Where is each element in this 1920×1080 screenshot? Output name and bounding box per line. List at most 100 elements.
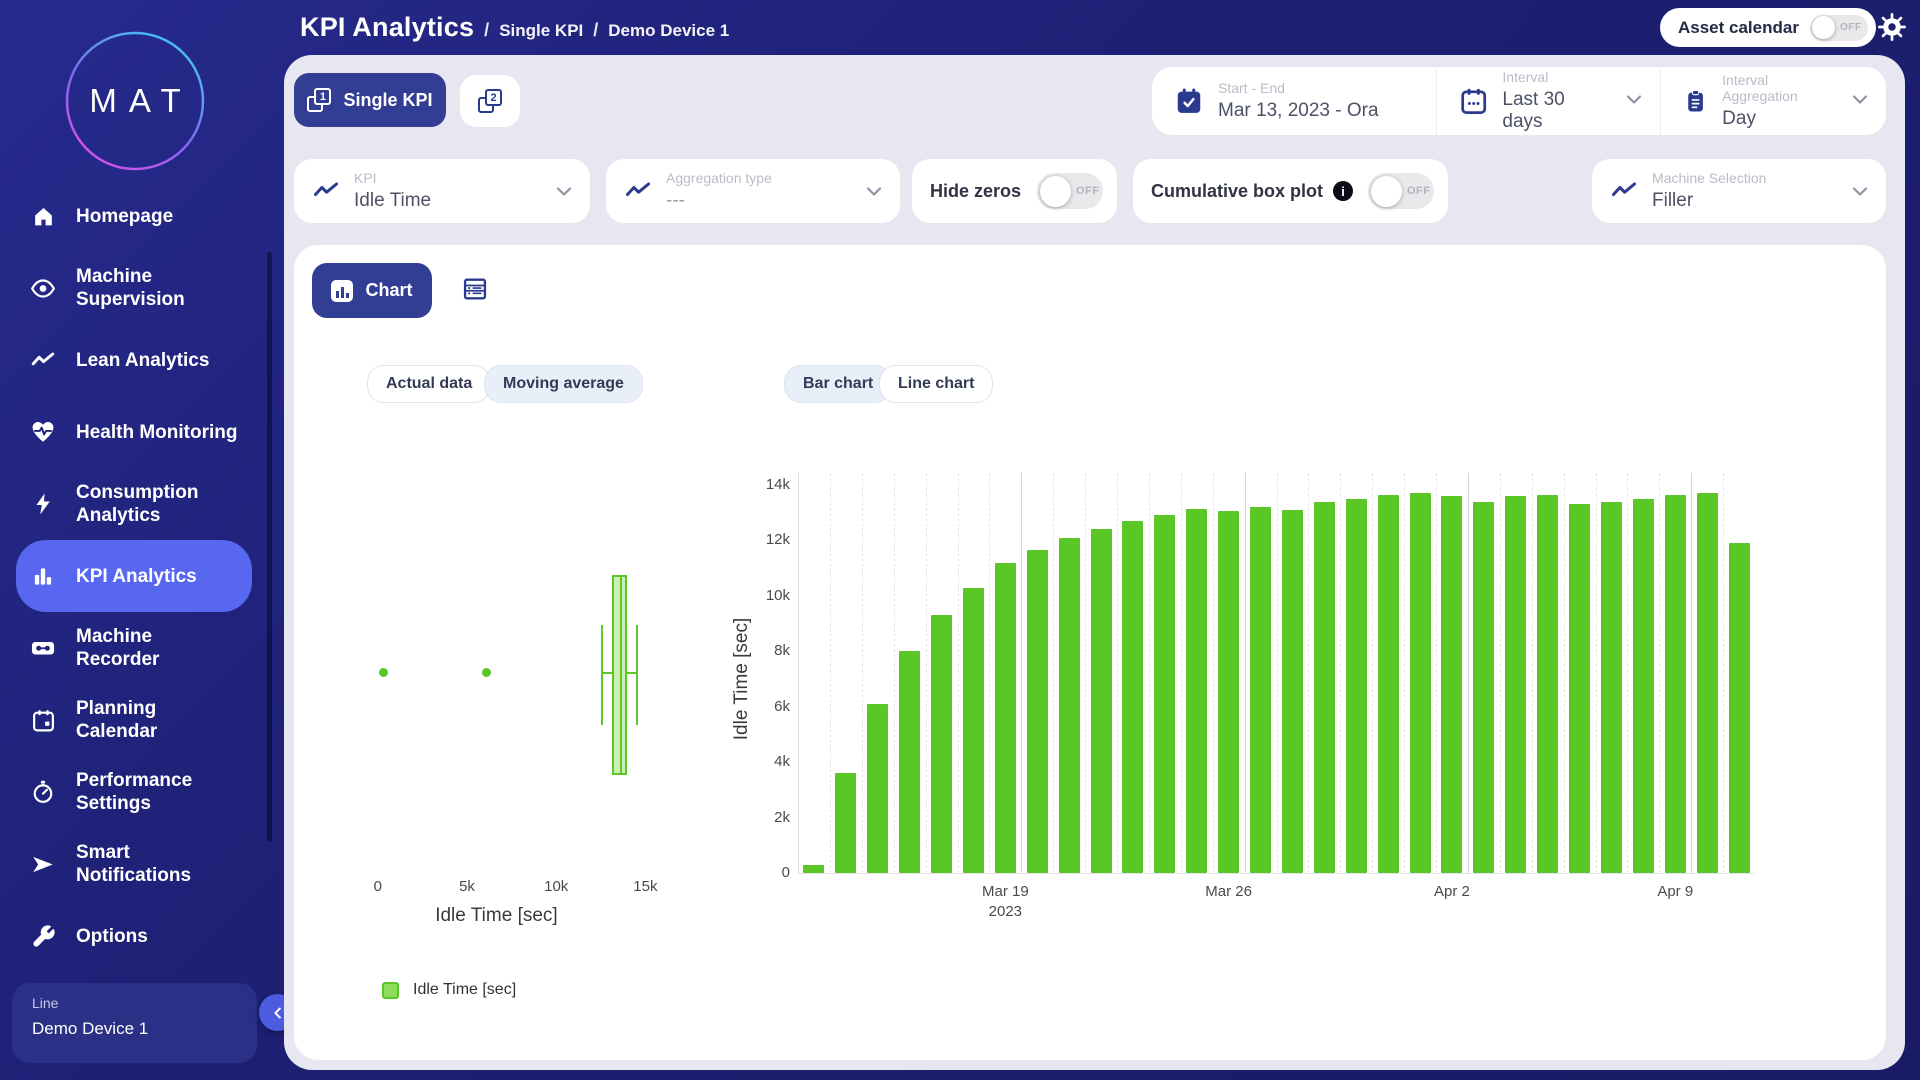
breadcrumb-single-kpi[interactable]: Single KPI: [499, 21, 583, 41]
bar-mar-27[interactable]: [1250, 507, 1271, 873]
bar-mar-25[interactable]: [1186, 509, 1207, 873]
chip-line-chart[interactable]: Line chart: [879, 365, 993, 403]
sidebar-item-label: Machine Supervision: [76, 265, 238, 311]
boxplot-outlier-dot[interactable]: [379, 668, 388, 677]
cumulative-box-plot-switch[interactable]: OFF: [1368, 173, 1434, 209]
bar-mar-20[interactable]: [1027, 550, 1048, 873]
sidebar-item-machine-supervision[interactable]: Machine Supervision: [16, 252, 252, 324]
sidebar-item-label: Planning Calendar: [76, 697, 238, 743]
bar-apr-9[interactable]: [1665, 495, 1686, 873]
sidebar-item-homepage[interactable]: Homepage: [16, 180, 252, 252]
sidebar-item-lean-analytics[interactable]: Lean Analytics: [16, 324, 252, 396]
bar-mar-15[interactable]: [867, 704, 888, 873]
bar-y-tick: 0: [752, 864, 790, 881]
bar-mar-31[interactable]: [1378, 495, 1399, 873]
interval-field[interactable]: Interval Last 30 days: [1436, 67, 1660, 135]
sidebar-item-label: Machine Recorder: [76, 625, 238, 671]
boxplot-x-tick: 15k: [633, 878, 657, 895]
sidebar-item-performance-settings[interactable]: Performance Settings: [16, 756, 252, 828]
boxplot-x-axis-label: Idle Time [sec]: [435, 905, 558, 927]
page-title: KPI Analytics: [300, 12, 474, 43]
bar-mar-13[interactable]: [803, 865, 824, 873]
sidebar-item-planning-calendar[interactable]: Planning Calendar: [16, 684, 252, 756]
bar-apr-3[interactable]: [1473, 502, 1494, 873]
gridline: [1181, 473, 1182, 873]
bar-apr-4[interactable]: [1505, 496, 1526, 873]
gridline: [830, 473, 831, 873]
chip-actual-data[interactable]: Actual data: [367, 365, 491, 403]
sidebar-item-smart-notifications[interactable]: Smart Notifications: [16, 828, 252, 900]
chart-view-button[interactable]: Chart: [312, 263, 432, 318]
asset-calendar-toggle-pill[interactable]: Asset calendar OFF: [1660, 8, 1876, 47]
bar-y-tick: 14k: [752, 476, 790, 493]
bar-mar-23[interactable]: [1122, 521, 1143, 873]
bar-y-tick: 6k: [752, 698, 790, 715]
bar-mar-21[interactable]: [1059, 538, 1080, 873]
eye-icon: [30, 275, 56, 302]
sidebar-item-label: Lean Analytics: [76, 349, 209, 372]
table-view-button[interactable]: [460, 275, 490, 305]
bar-mar-19[interactable]: [995, 563, 1016, 873]
start-end-field[interactable]: Start - End Mar 13, 2023 - Ora: [1152, 67, 1436, 135]
bar-apr-10[interactable]: [1697, 493, 1718, 873]
calendar-icon: [30, 708, 56, 733]
start-end-value: Mar 13, 2023 - Ora: [1218, 100, 1379, 122]
bar-mar-26[interactable]: [1218, 511, 1239, 873]
gridline: [1596, 473, 1597, 873]
table-icon: [461, 275, 489, 303]
hide-zeros-switch[interactable]: OFF: [1037, 173, 1103, 209]
chip-bar-chart[interactable]: Bar chart: [784, 365, 892, 403]
bar-apr-8[interactable]: [1633, 499, 1654, 873]
bar-mar-14[interactable]: [835, 773, 856, 873]
chart-legend[interactable]: Idle Time [sec]: [382, 981, 516, 999]
line-selector-card[interactable]: Line Demo Device 1: [12, 983, 257, 1063]
gridline-week: [1691, 473, 1692, 873]
gridline: [1213, 473, 1214, 873]
aggregation-type-dropdown[interactable]: Aggregation type ---: [606, 159, 900, 223]
sidebar-item-health-monitoring[interactable]: Health Monitoring: [16, 396, 252, 468]
sidebar-item-label: Performance Settings: [76, 769, 238, 815]
sidebar-scrollbar[interactable]: [267, 252, 272, 842]
bar-y-tick: 12k: [752, 531, 790, 548]
bar-mar-29[interactable]: [1314, 502, 1335, 873]
gridline: [862, 473, 863, 873]
bar-apr-11[interactable]: [1729, 543, 1750, 873]
bar-apr-7[interactable]: [1601, 502, 1622, 873]
bar-mar-28[interactable]: [1282, 510, 1303, 873]
main-content: 1 Single KPI 2 Start - End Mar 13, 2023 …: [284, 55, 1905, 1070]
bar-mar-24[interactable]: [1154, 515, 1175, 873]
gridline: [1532, 473, 1533, 873]
gridline: [1627, 473, 1628, 873]
sidebar-item-options[interactable]: Options: [16, 900, 252, 972]
chip-moving-average[interactable]: Moving average: [484, 365, 643, 403]
bar-x-tick: Apr 9: [1657, 883, 1693, 900]
hide-zeros-toggle-card[interactable]: Hide zeros OFF: [912, 159, 1117, 223]
bar-mar-30[interactable]: [1346, 499, 1367, 873]
machine-selection-dropdown[interactable]: Machine Selection Filler: [1592, 159, 1886, 223]
chart-button-label: Chart: [365, 280, 412, 301]
single-kpi-mode-button[interactable]: 1 Single KPI: [294, 73, 446, 127]
interval-aggregation-field[interactable]: Interval Aggregation Day: [1660, 67, 1886, 135]
kpi-dropdown[interactable]: KPI Idle Time: [294, 159, 590, 223]
boxplot-outlier-dot[interactable]: [482, 668, 491, 677]
cumulative-box-plot-toggle-card[interactable]: Cumulative box plot i OFF: [1133, 159, 1448, 223]
info-icon[interactable]: i: [1333, 181, 1353, 201]
bar-apr-6[interactable]: [1569, 504, 1590, 873]
asset-calendar-switch[interactable]: OFF: [1810, 15, 1868, 41]
bar-apr-5[interactable]: [1537, 495, 1558, 873]
bar-mar-17[interactable]: [931, 615, 952, 873]
bar-mar-16[interactable]: [899, 651, 920, 873]
interval-label: Interval: [1502, 69, 1608, 85]
breadcrumb-device[interactable]: Demo Device 1: [608, 21, 729, 41]
bar-apr-1[interactable]: [1410, 493, 1431, 873]
multi-kpi-mode-button[interactable]: 2: [460, 75, 520, 127]
sidebar-item-kpi-analytics[interactable]: KPI Analytics: [16, 540, 252, 612]
boxplot-min-cap: [601, 625, 603, 725]
bar-mar-18[interactable]: [963, 588, 984, 873]
settings-gear-icon[interactable]: [1876, 11, 1908, 43]
sidebar-item-consumption-analytics[interactable]: Consumption Analytics: [16, 468, 252, 540]
sidebar-item-machine-recorder[interactable]: Machine Recorder: [16, 612, 252, 684]
bar-mar-22[interactable]: [1091, 529, 1112, 873]
bar-apr-2[interactable]: [1441, 496, 1462, 873]
line-label: Line: [32, 995, 237, 1011]
